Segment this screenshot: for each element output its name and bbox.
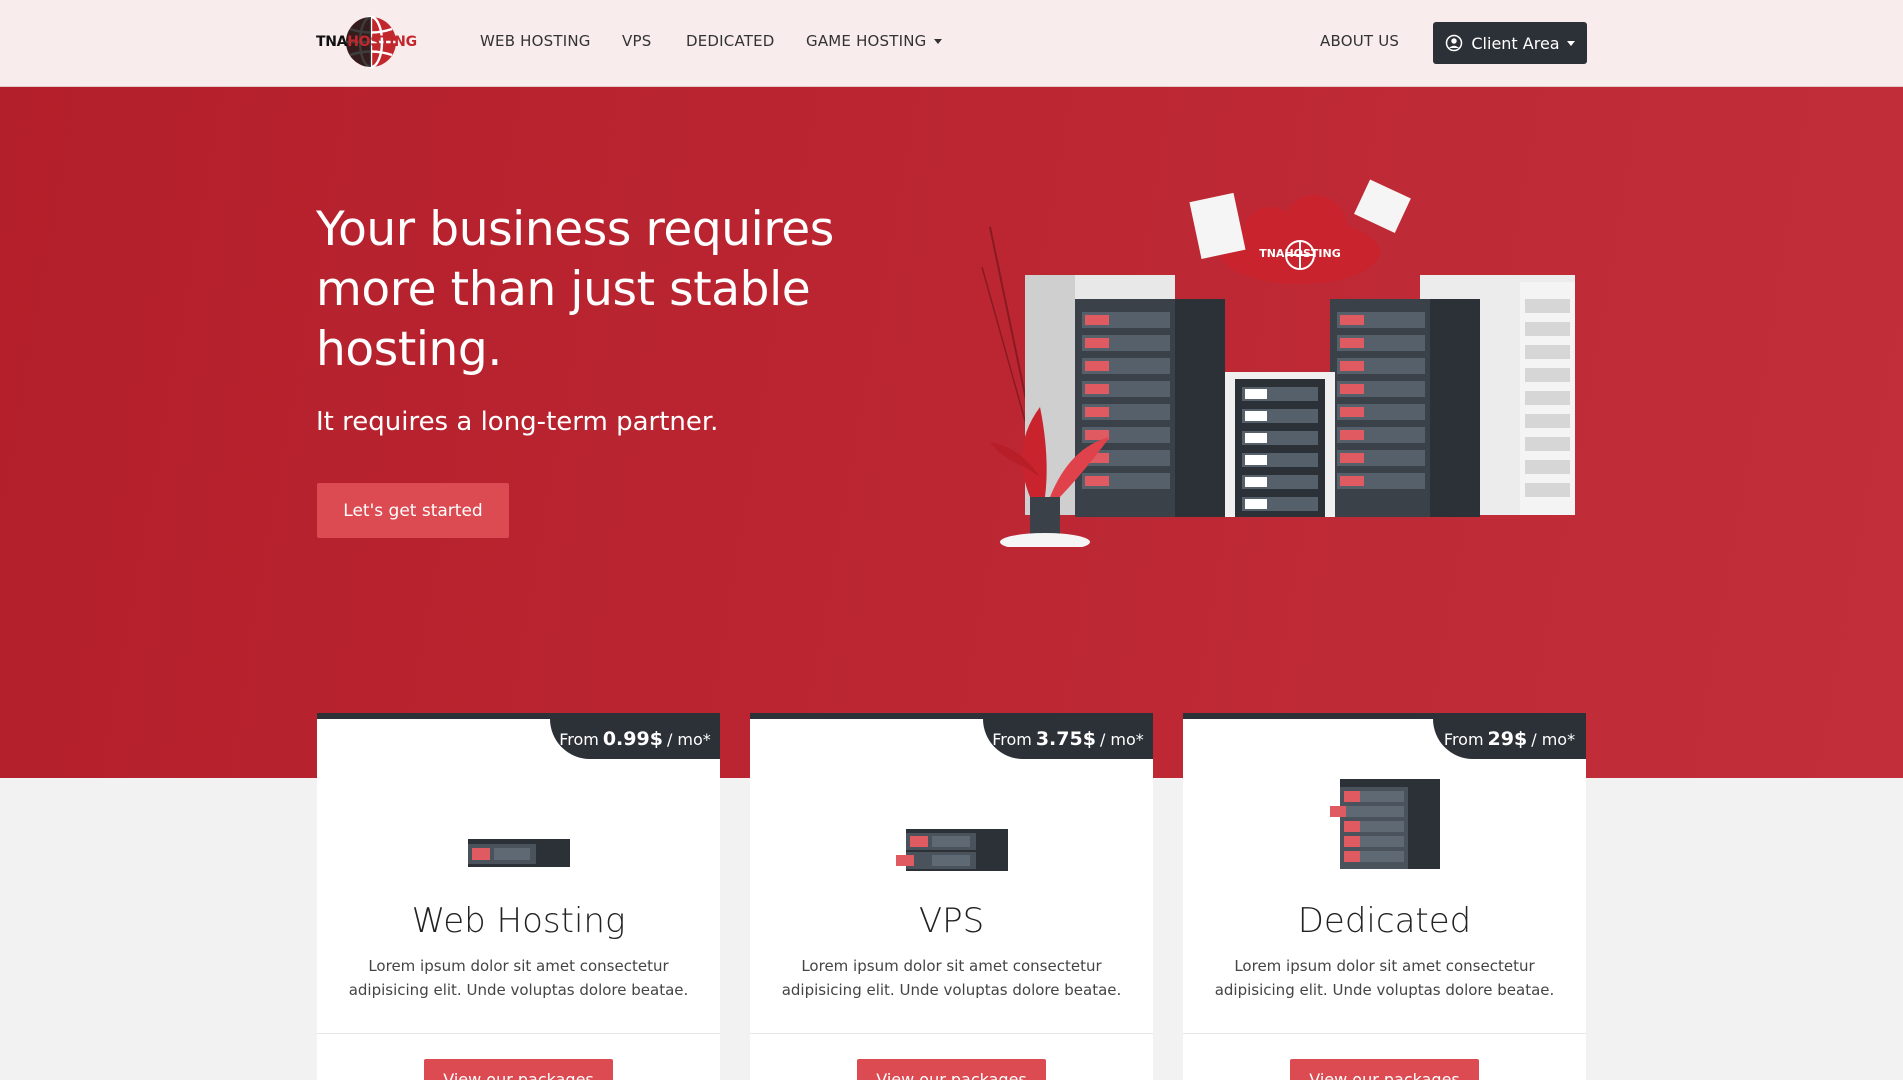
client-area-label: Client Area — [1471, 33, 1560, 53]
view-packages-button[interactable]: View our packages — [857, 1059, 1046, 1080]
price-badge: From 0.99$ / mo* — [550, 719, 720, 759]
cloud-brand-label: TNAHOSTING — [1259, 247, 1341, 260]
card-vps: From 3.75$ / mo* VPS Lorem ipsum dolor s… — [750, 713, 1153, 1080]
get-started-button[interactable]: Let's get started — [317, 483, 509, 538]
card-divider — [750, 1033, 1153, 1034]
card-title: VPS — [918, 901, 985, 941]
price-amount: 3.75$ — [1035, 728, 1096, 750]
user-circle-icon — [1446, 34, 1463, 52]
view-packages-button[interactable]: View our packages — [424, 1059, 613, 1080]
brand-logo[interactable]: TNAHOSTING — [316, 14, 426, 70]
hero-subtitle: It requires a long-term partner. — [316, 407, 719, 437]
hero-section: Your business requires more than just st… — [0, 87, 1903, 778]
datacenter-illustration: TNAHOSTING — [981, 179, 1575, 547]
card-divider — [1183, 1033, 1586, 1034]
price-badge: From 29$ / mo* — [1433, 719, 1586, 759]
nav-vps[interactable]: VPS — [622, 32, 651, 50]
nav-game-hosting[interactable]: GAME HOSTING — [806, 32, 942, 50]
card-title: Dedicated — [1297, 901, 1472, 941]
price-prefix: From — [1443, 729, 1484, 749]
view-packages-button[interactable]: View our packages — [1290, 1059, 1479, 1080]
price-suffix: / mo* — [666, 729, 711, 749]
nav-game-hosting-label: GAME HOSTING — [806, 32, 927, 50]
card-dedicated: From 29$ / mo* Dedicated Lorem ipsum dol… — [1183, 713, 1586, 1080]
card-title: Web Hosting — [411, 901, 626, 941]
price-suffix: / mo* — [1099, 729, 1144, 749]
brand-wordmark: TNAHOSTING — [316, 34, 417, 50]
price-amount: 29$ — [1487, 728, 1528, 750]
price-prefix: From — [559, 729, 599, 749]
hero-title: Your business requires more than just st… — [316, 202, 834, 377]
card-description: Lorem ipsum dolor sit amet consectetur a… — [348, 957, 689, 999]
nav-dedicated[interactable]: DEDICATED — [686, 32, 775, 50]
price-badge: From 3.75$ / mo* — [983, 719, 1153, 759]
card-description: Lorem ipsum dolor sit amet consectetur a… — [1214, 957, 1555, 999]
price-amount: 0.99$ — [602, 728, 663, 750]
nav-web-hosting[interactable]: WEB HOSTING — [480, 32, 591, 50]
price-prefix: From — [992, 729, 1032, 749]
chevron-down-icon — [1566, 40, 1575, 46]
client-area-button[interactable]: Client Area — [1433, 22, 1587, 64]
chevron-down-icon — [933, 39, 942, 44]
card-web-hosting: From 0.99$ / mo* Web Hosting Lorem ipsum… — [317, 713, 720, 1080]
card-description: Lorem ipsum dolor sit amet consectetur a… — [781, 957, 1122, 999]
navbar: TNAHOSTING WEB HOSTING VPS DEDICATED GAM… — [0, 0, 1903, 87]
card-divider — [317, 1033, 720, 1034]
nav-about-us[interactable]: ABOUT US — [1320, 32, 1399, 50]
server-icon — [317, 839, 720, 869]
dedicated-server-icon — [1183, 779, 1586, 869]
price-suffix: / mo* — [1531, 729, 1576, 749]
vps-server-icon — [750, 829, 1153, 873]
